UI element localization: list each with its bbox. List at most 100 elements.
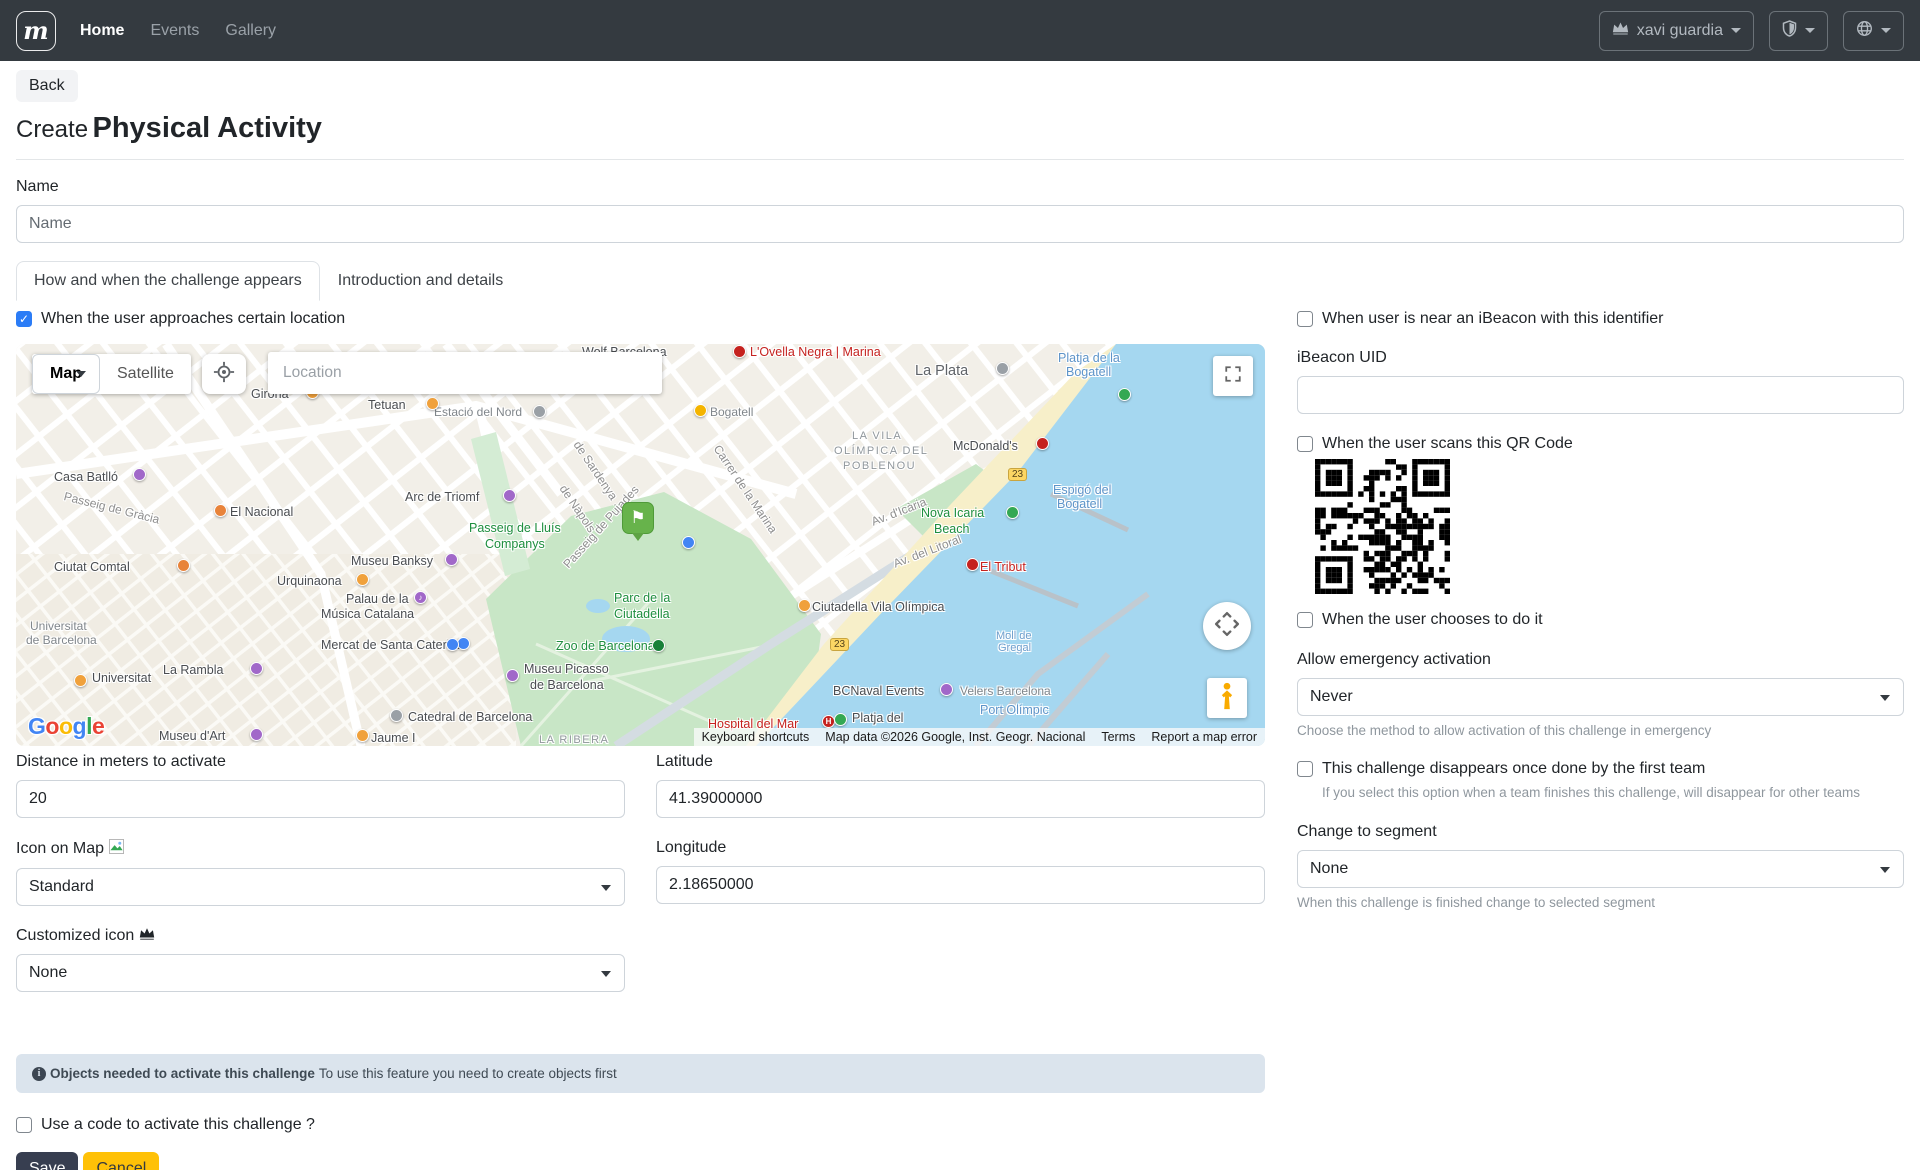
tab-bar: How and when the challenge appears Intro… <box>16 261 1904 301</box>
my-location-button[interactable] <box>202 354 246 394</box>
map-poi-icon[interactable] <box>426 397 439 410</box>
page-title-main: Physical Activity <box>93 112 322 144</box>
roles-menu-button[interactable] <box>1769 11 1828 51</box>
map-poi-icon[interactable] <box>733 345 746 358</box>
disappear-checkbox-row[interactable]: This challenge disappears once done by t… <box>1297 760 1904 778</box>
longitude-input[interactable] <box>656 866 1265 904</box>
distance-input[interactable] <box>16 780 625 818</box>
map-poi-icon[interactable] <box>214 504 227 517</box>
tab-how-and-when[interactable]: How and when the challenge appears <box>16 261 320 301</box>
language-menu-button[interactable] <box>1843 11 1904 51</box>
map-poi-icon[interactable] <box>966 558 979 571</box>
map-poi-icon[interactable] <box>356 573 369 586</box>
map-label: Urquinaona <box>277 575 342 589</box>
chooses-checkbox-row[interactable]: When the user chooses to do it <box>1297 611 1904 629</box>
street-view-pegman-button[interactable] <box>1207 678 1247 718</box>
disappear-help: If you select this option when a team fi… <box>1322 785 1904 800</box>
map-poi-icon[interactable] <box>356 729 369 742</box>
ibeacon-uid-input[interactable] <box>1297 376 1904 414</box>
map-poi-icon[interactable] <box>798 599 811 612</box>
map-poi-icon[interactable] <box>445 553 458 566</box>
map-poi-icon[interactable] <box>446 638 459 651</box>
segment-select[interactable]: None <box>1297 850 1904 888</box>
map-poi-icon[interactable] <box>940 683 953 696</box>
nav-link-home[interactable]: Home <box>80 22 124 40</box>
back-button[interactable]: Back <box>16 70 78 102</box>
ibeacon-checkbox-row[interactable]: When user is near an iBeacon with this i… <box>1297 310 1904 328</box>
disappear-checkbox[interactable] <box>1297 761 1313 777</box>
map-label: Casa Batlló <box>54 471 118 485</box>
latitude-input[interactable] <box>656 780 1265 818</box>
map-label: Velers Barcelona <box>960 685 1051 698</box>
map-poi-icon[interactable] <box>1036 437 1049 450</box>
divider <box>16 159 1904 160</box>
map-label: Arc de Triomf <box>405 491 479 505</box>
name-label: Name <box>16 178 1904 196</box>
google-map[interactable]: Casa BatllóPasseig de GràciaEl NacionalC… <box>16 344 1265 746</box>
approach-location-checkbox[interactable] <box>16 311 32 327</box>
map-flag-marker[interactable] <box>622 502 654 534</box>
map-label: POBLENOU <box>843 460 916 472</box>
map-type-map-button[interactable]: Map <box>32 354 100 394</box>
map-poi-icon[interactable] <box>996 362 1009 375</box>
map-label: Mercat de Santa Caterina <box>321 639 463 653</box>
map-poi-icon[interactable]: H <box>822 715 835 728</box>
customized-icon-select[interactable]: None <box>16 954 625 992</box>
save-button[interactable]: Save <box>16 1152 78 1170</box>
use-code-checkbox[interactable] <box>16 1117 32 1133</box>
distance-label: Distance in meters to activate <box>16 753 625 771</box>
map-poi-icon[interactable] <box>652 639 665 652</box>
map-poi-icon[interactable] <box>390 709 403 722</box>
map-label: Universitat <box>30 620 87 633</box>
map-poi-icon[interactable] <box>506 669 519 682</box>
nav-link-gallery[interactable]: Gallery <box>225 22 276 40</box>
icon-on-map-select[interactable]: Standard <box>16 868 625 906</box>
alert-text: To use this feature you need to create o… <box>319 1066 617 1081</box>
map-poi-icon[interactable] <box>74 674 87 687</box>
map-poi-icon[interactable] <box>1006 506 1019 519</box>
globe-icon <box>1856 20 1873 42</box>
image-icon <box>109 839 124 859</box>
map-poi-icon[interactable] <box>1118 388 1131 401</box>
map-location-search-input[interactable] <box>268 352 662 394</box>
map-fullscreen-button[interactable] <box>1213 356 1253 396</box>
map-poi-icon[interactable] <box>694 404 707 417</box>
map-label: Ciutadella Vila Olímpica <box>812 601 944 615</box>
qr-checkbox[interactable] <box>1297 436 1313 452</box>
map-pan-button[interactable] <box>1203 602 1251 650</box>
map-poi-icon[interactable]: ♪ <box>414 591 427 604</box>
map-poi-icon[interactable] <box>250 728 263 741</box>
map-type-satellite-button[interactable]: Satellite <box>100 354 191 394</box>
map-poi-icon[interactable] <box>250 662 263 675</box>
google-logo: Google <box>28 713 104 740</box>
fullscreen-icon <box>1224 365 1242 388</box>
map-poi-icon[interactable] <box>834 713 847 726</box>
longitude-label: Longitude <box>656 839 1265 857</box>
map-poi-icon[interactable] <box>503 489 516 502</box>
app-logo[interactable]: m <box>16 11 56 51</box>
map-label: 23 <box>1008 468 1027 481</box>
navbar: m Home Events Gallery xavi guardia <box>0 0 1920 61</box>
map-poi-icon[interactable] <box>682 536 695 549</box>
user-menu-button[interactable]: xavi guardia <box>1599 11 1754 51</box>
qr-checkbox-row[interactable]: When the user scans this QR Code <box>1297 435 1904 453</box>
nav-link-events[interactable]: Events <box>150 22 199 40</box>
approach-location-checkbox-row[interactable]: When the user approaches certain locatio… <box>16 310 1265 328</box>
use-code-checkbox-row[interactable]: Use a code to activate this challenge ? <box>16 1116 1265 1134</box>
emergency-select[interactable]: Never <box>1297 678 1904 716</box>
icon-on-map-value: Standard <box>29 878 94 896</box>
map-poi-icon[interactable] <box>177 559 190 572</box>
cancel-button[interactable]: Cancel <box>83 1152 159 1170</box>
keyboard-shortcuts-link[interactable]: Keyboard shortcuts <box>702 730 810 744</box>
map-poi-icon[interactable] <box>133 468 146 481</box>
disappear-label: This challenge disappears once done by t… <box>1322 760 1705 778</box>
map-label: OLÍMPICA DEL <box>834 445 928 457</box>
tab-introduction-details[interactable]: Introduction and details <box>320 261 521 301</box>
chooses-checkbox[interactable] <box>1297 612 1313 628</box>
name-input[interactable] <box>16 205 1904 243</box>
terms-link[interactable]: Terms <box>1101 730 1135 744</box>
ibeacon-checkbox[interactable] <box>1297 311 1313 327</box>
report-map-error-link[interactable]: Report a map error <box>1151 730 1257 744</box>
map-label: de Barcelona <box>530 679 604 693</box>
map-poi-icon[interactable] <box>533 405 546 418</box>
